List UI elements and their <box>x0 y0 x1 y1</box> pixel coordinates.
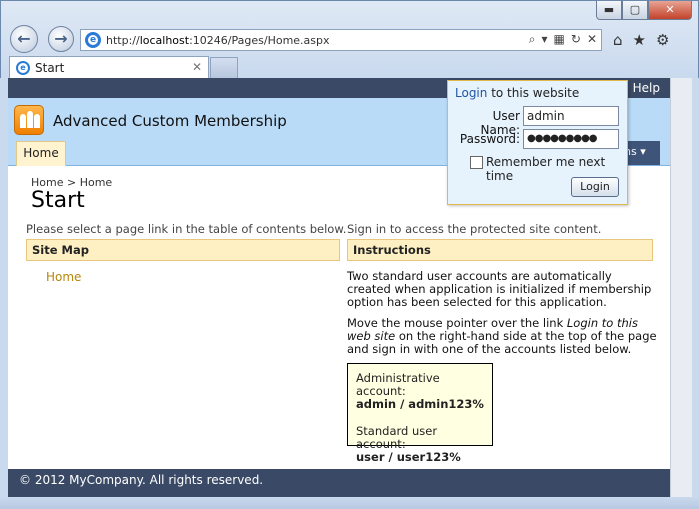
login-link[interactable]: Login <box>455 86 487 100</box>
page-title: Start <box>31 188 85 213</box>
login-popup: Login to this website User Name: admin P… <box>447 80 628 205</box>
minimize-button[interactable]: ▬ <box>596 1 622 20</box>
help-link[interactable]: Help <box>633 81 660 95</box>
chevron-down-icon[interactable]: ▾ <box>542 32 548 47</box>
site-map-header: Site Map <box>26 239 340 261</box>
favorites-star-icon[interactable]: ★ <box>633 31 646 49</box>
close-window-button[interactable]: ✕ <box>648 1 692 20</box>
refresh-icon[interactable]: ↻ <box>571 32 581 47</box>
instructions-paragraph-1: Two standard user accounts are automatic… <box>347 269 652 309</box>
address-bar-icons: ⌕ ▾ ▦ ↻ ✕ <box>529 32 597 47</box>
sitemap-link-home[interactable]: Home <box>46 270 81 284</box>
admin-account-label: Administrative account: <box>356 371 440 398</box>
browser-chrome: ▬ ▢ ✕ ← → e http://localhost:10246/Pages… <box>0 0 699 79</box>
home-icon[interactable]: ⌂ <box>613 31 623 49</box>
vertical-scrollbar[interactable] <box>670 78 692 497</box>
tools-gear-icon[interactable]: ⚙ <box>656 31 669 49</box>
compatibility-view-icon[interactable]: ▦ <box>554 32 565 47</box>
window-controls: ▬ ▢ ✕ <box>596 1 692 20</box>
login-title: Login to this website <box>455 86 580 100</box>
app-title: Advanced Custom Membership <box>53 112 287 130</box>
password-input[interactable]: ●●●●●●●●● <box>523 129 619 149</box>
tab-start[interactable]: e Start ✕ <box>9 56 209 79</box>
stop-icon[interactable]: ✕ <box>587 32 597 47</box>
left-column-note: Please select a page link in the table o… <box>26 222 347 236</box>
browser-toolbar-icons: ⌂ ★ ⚙ <box>613 31 669 49</box>
ie-tab-icon: e <box>16 61 30 75</box>
new-tab-button[interactable] <box>210 57 238 78</box>
instructions-header: Instructions <box>347 239 653 261</box>
close-tab-icon[interactable]: ✕ <box>192 60 202 74</box>
accounts-box: Administrative account: admin / admin123… <box>347 363 493 464</box>
forward-button[interactable]: → <box>48 26 74 52</box>
remember-me-checkbox[interactable] <box>470 156 483 169</box>
site-footer: © 2012 MyCompany. All rights reserved. <box>8 469 670 497</box>
username-input[interactable]: admin <box>523 106 619 126</box>
window-frame-left <box>0 78 8 497</box>
login-button[interactable]: Login <box>571 177 619 197</box>
menu-item-home[interactable]: Home <box>16 141 66 166</box>
back-button[interactable]: ← <box>10 25 38 53</box>
tab-label: Start <box>35 61 65 75</box>
ie-page-icon: e <box>85 32 101 48</box>
user-account-credentials: user / user123% <box>356 450 461 464</box>
instructions-paragraph-2: Move the mouse pointer over the link Log… <box>347 316 657 356</box>
membership-logo-icon <box>14 105 44 135</box>
admin-account-credentials: admin / admin123% <box>356 397 484 411</box>
url-text: http://localhost:10246/Pages/Home.aspx <box>106 33 330 47</box>
window-frame-right <box>692 78 699 497</box>
address-bar[interactable]: e http://localhost:10246/Pages/Home.aspx… <box>80 29 602 51</box>
password-label: Password: <box>459 132 520 146</box>
user-account-label: Standard user account: <box>356 424 438 451</box>
window-frame-bottom <box>0 497 699 509</box>
maximize-button[interactable]: ▢ <box>622 1 648 20</box>
right-column-note: Sign in to access the protected site con… <box>347 222 602 236</box>
search-icon[interactable]: ⌕ <box>529 32 536 47</box>
